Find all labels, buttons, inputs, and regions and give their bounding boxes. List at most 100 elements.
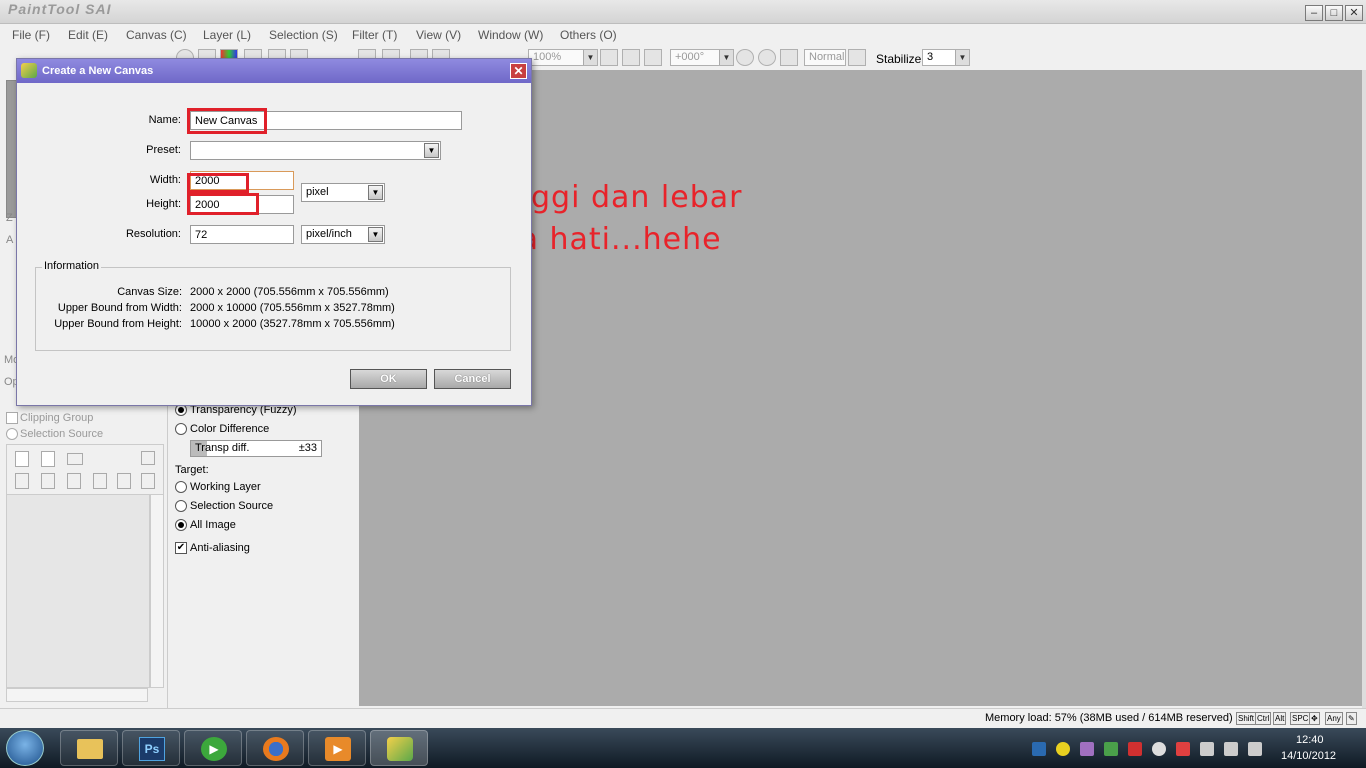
- tray-alert-icon[interactable]: [1176, 742, 1190, 756]
- cancel-button[interactable]: Cancel: [434, 369, 511, 389]
- rotate-right-icon[interactable]: [758, 49, 776, 66]
- clear-layer-icon[interactable]: [141, 473, 155, 489]
- right-scrollbar[interactable]: [1362, 70, 1366, 708]
- highlight-name: [187, 108, 267, 134]
- play-icon: ▶: [201, 737, 227, 761]
- space-key-indicator: SPC: [1290, 712, 1311, 725]
- menu-filter[interactable]: Filter (T): [352, 28, 397, 42]
- menu-edit[interactable]: Edit (E): [68, 28, 108, 42]
- apply-mask-icon[interactable]: [67, 473, 81, 489]
- unit-value: pixel: [306, 186, 329, 198]
- left-label-z: Z: [6, 212, 13, 224]
- radio-selection-source[interactable]: [175, 500, 187, 512]
- zoom-reset-icon[interactable]: [644, 49, 662, 66]
- rotate-left-icon[interactable]: [736, 49, 754, 66]
- alt-key-indicator: Alt: [1273, 712, 1287, 725]
- close-window-button[interactable]: ✕: [1345, 5, 1363, 21]
- info-upper-width-label: Upper Bound from Width:: [57, 302, 182, 314]
- layer-buttons: [6, 444, 164, 496]
- dialog-close-button[interactable]: ✕: [510, 63, 527, 79]
- radio-all-image[interactable]: [175, 519, 187, 531]
- layer-list[interactable]: [6, 494, 150, 688]
- resolution-unit-select[interactable]: pixel/inch ▼: [301, 225, 385, 244]
- transp-diff-value: ±33: [298, 442, 317, 454]
- merge-all-icon[interactable]: [117, 473, 131, 489]
- menu-canvas[interactable]: Canvas (C): [126, 28, 187, 42]
- all-image-label: All Image: [190, 519, 236, 531]
- info-canvas-size-label: Canvas Size:: [117, 286, 182, 298]
- layer-list-vscrollbar[interactable]: [150, 494, 164, 688]
- tray-flag-icon[interactable]: [1128, 742, 1142, 756]
- video-taskbar-button[interactable]: ▶: [308, 730, 366, 766]
- rotation-value: +000°: [675, 51, 705, 63]
- media-player-taskbar-button[interactable]: ▶: [184, 730, 242, 766]
- clock-time[interactable]: 12:40: [1296, 734, 1324, 746]
- tray-app-icon[interactable]: [1080, 742, 1094, 756]
- ok-button[interactable]: OK: [350, 369, 427, 389]
- chevron-down-icon: ▼: [583, 50, 597, 65]
- unit-select[interactable]: pixel ▼: [301, 183, 385, 202]
- minimize-button[interactable]: –: [1305, 5, 1323, 21]
- target-label: Target:: [175, 464, 209, 476]
- layer-list-hscrollbar[interactable]: [6, 688, 148, 702]
- tray-wifi-icon[interactable]: [1224, 742, 1238, 756]
- information-group: Information Canvas Size: 2000 x 2000 (70…: [35, 260, 511, 351]
- blend-select[interactable]: Normal: [804, 49, 846, 66]
- selection-source-radio[interactable]: [6, 428, 18, 440]
- tray-volume-icon[interactable]: [1248, 742, 1262, 756]
- menu-others[interactable]: Others (O): [560, 28, 617, 42]
- start-button[interactable]: [6, 730, 44, 766]
- menu-window[interactable]: Window (W): [478, 28, 543, 42]
- preset-select[interactable]: ▼: [190, 141, 441, 160]
- transp-diff-label: Transp diff.: [195, 442, 250, 454]
- tray-update-icon[interactable]: [1104, 742, 1118, 756]
- new-layer-icon[interactable]: [15, 451, 29, 467]
- merge-down-icon[interactable]: [41, 473, 55, 489]
- rotation-select[interactable]: +000° ▼: [670, 49, 734, 66]
- radio-working-layer[interactable]: [175, 481, 187, 493]
- zoom-minus-icon[interactable]: [600, 49, 618, 66]
- selection-source-label: Selection Source: [20, 428, 104, 440]
- flip-icon[interactable]: [848, 49, 866, 66]
- transp-diff-slider[interactable]: Transp diff. ±33: [190, 440, 322, 457]
- firefox-taskbar-button[interactable]: [246, 730, 304, 766]
- info-upper-width-value: 2000 x 10000 (705.556mm x 3527.78mm): [190, 302, 395, 314]
- layer-option-icon[interactable]: [141, 451, 155, 465]
- chevron-down-icon: ▼: [424, 143, 439, 158]
- new-folder-icon[interactable]: [67, 453, 83, 465]
- menu-layer[interactable]: Layer (L): [203, 28, 251, 42]
- radio-color-difference[interactable]: [175, 423, 187, 435]
- working-layer-label: Working Layer: [190, 481, 261, 493]
- maximize-button[interactable]: □: [1325, 5, 1343, 21]
- chevron-down-icon: ▼: [368, 227, 383, 242]
- tray-network-icon[interactable]: [1032, 742, 1046, 756]
- trash-icon[interactable]: [93, 473, 107, 489]
- tray-security-icon[interactable]: [1152, 742, 1166, 756]
- new-linework-layer-icon[interactable]: [41, 451, 55, 467]
- memory-load: Memory load: 57% (38MB used / 614MB rese…: [985, 712, 1233, 724]
- zoom-select[interactable]: 100% ▼: [528, 49, 598, 66]
- tray-display-icon[interactable]: [1200, 742, 1214, 756]
- clipping-group-checkbox[interactable]: [6, 412, 18, 424]
- antialias-label: Anti-aliasing: [190, 542, 250, 554]
- menu-file[interactable]: File (F): [12, 28, 50, 42]
- dialog-title: Create a New Canvas: [42, 65, 154, 77]
- menu-selection[interactable]: Selection (S): [269, 28, 338, 42]
- resolution-input[interactable]: [190, 225, 294, 244]
- clipping-group-label: Clipping Group: [20, 412, 94, 424]
- antialias-checkbox[interactable]: ✔: [175, 542, 187, 554]
- stabilizer-select[interactable]: 3 ▼: [922, 49, 970, 66]
- menu-view[interactable]: View (V): [416, 28, 461, 42]
- resolution-unit-value: pixel/inch: [306, 228, 352, 240]
- explorer-taskbar-button[interactable]: [60, 730, 118, 766]
- zoom-plus-icon[interactable]: [622, 49, 640, 66]
- sai-taskbar-button[interactable]: [370, 730, 428, 766]
- info-upper-height-value: 10000 x 2000 (3527.78mm x 705.556mm): [190, 318, 395, 330]
- copy-layer-icon[interactable]: [15, 473, 29, 489]
- photoshop-taskbar-button[interactable]: Ps: [122, 730, 180, 766]
- video-icon: ▶: [325, 737, 351, 761]
- tray-plus-icon[interactable]: [1056, 742, 1070, 756]
- clock-date[interactable]: 14/10/2012: [1281, 750, 1336, 762]
- selection-source-option: Selection Source: [190, 500, 274, 512]
- rotate-reset-icon[interactable]: [780, 49, 798, 66]
